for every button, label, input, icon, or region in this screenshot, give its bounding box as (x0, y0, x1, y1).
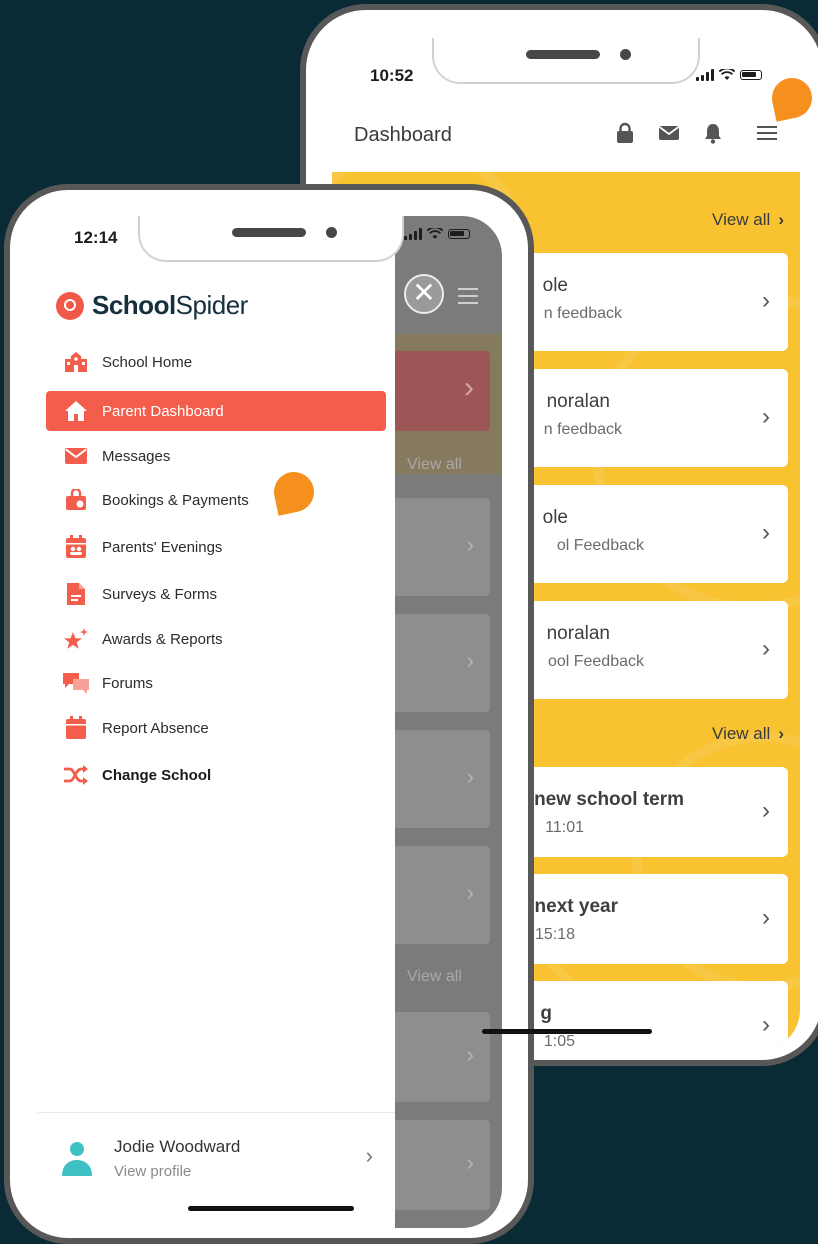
front-phone: › › View all › › › › View all › › ✕ 12:1… (4, 184, 534, 1244)
menu-item-school-home[interactable]: School Home (46, 342, 386, 382)
hamburger-icon[interactable] (756, 122, 778, 144)
school-icon (62, 350, 90, 374)
calendar-people-icon (62, 535, 90, 559)
view-all-link[interactable]: View all › (712, 210, 784, 230)
mail-icon[interactable] (658, 122, 680, 144)
menu-item-surveys-forms[interactable]: Surveys & Forms (46, 574, 386, 614)
dimmed-row: › (395, 1120, 490, 1210)
home-indicator (188, 1206, 354, 1211)
close-drawer-button[interactable]: ✕ (404, 274, 444, 314)
dimmed-row: › (395, 1012, 490, 1102)
menu-item-parent-dashboard[interactable]: Parent Dashboard (46, 391, 386, 431)
chevron-right-icon: › (365, 1143, 373, 1168)
spider-logo-icon (56, 291, 84, 320)
dimmed-row: › (395, 846, 490, 944)
chevron-right-icon: › (762, 287, 770, 314)
page-title: Dashboard (354, 124, 452, 146)
avatar-icon (62, 1142, 92, 1176)
chevron-right-icon: › (762, 403, 770, 430)
menu-item-forums[interactable]: Forums (46, 663, 386, 703)
menu-item-bookings-payments[interactable]: Bookings & Payments (46, 480, 386, 520)
status-icons (696, 69, 762, 81)
dimmed-row: › (395, 614, 490, 712)
schoolspider-logo: SchoolSpider (56, 290, 248, 321)
chevron-right-icon: › (762, 1011, 770, 1038)
dimmed-overlay[interactable]: › › View all › › › › View all › › (395, 216, 502, 1228)
menu-item-parents-evenings[interactable]: Parents' Evenings (46, 527, 386, 567)
menu-item-report-absence[interactable]: Report Absence (46, 708, 386, 748)
shopping-bag-icon (62, 488, 90, 512)
dimmed-row: › (395, 730, 490, 828)
calendar-icon (62, 716, 90, 740)
menu-item-change-school[interactable]: Change School (46, 755, 386, 795)
dimmed-view-all: View all (407, 456, 462, 473)
battery-icon (448, 229, 470, 239)
view-all-link[interactable]: View all › (712, 724, 784, 744)
lock-icon[interactable] (614, 122, 636, 144)
home-indicator (482, 1029, 652, 1034)
signal-icon (696, 69, 714, 81)
notch (432, 38, 700, 84)
chevron-right-icon: › (762, 519, 770, 546)
chevron-right-icon: › (762, 635, 770, 662)
status-time: 10:52 (370, 66, 414, 85)
document-icon (62, 582, 90, 606)
bell-icon[interactable] (702, 122, 724, 144)
mail-icon (62, 444, 90, 468)
front-phone-screen: › › View all › › › › View all › › ✕ 12:1… (38, 216, 502, 1228)
wifi-icon (719, 69, 735, 80)
menu-item-messages[interactable]: Messages (46, 436, 386, 476)
hamburger-icon (458, 288, 478, 309)
view-profile-link[interactable]: View profile (114, 1163, 191, 1180)
chevron-right-icon: › (762, 797, 770, 824)
chat-bubbles-icon (62, 671, 90, 695)
navigation-drawer: SchoolSpider School Home Parent Dashboar… (38, 216, 395, 1228)
home-icon (62, 399, 90, 423)
status-icons (404, 228, 470, 240)
menu-item-awards-reports[interactable]: Awards & Reports (46, 619, 386, 659)
shuffle-icon (62, 763, 90, 787)
profile-name: Jodie Woodward (114, 1137, 241, 1156)
chevron-right-icon: › (762, 904, 770, 931)
dimmed-card: › (395, 351, 490, 431)
wifi-icon (427, 228, 443, 239)
signal-icon (404, 228, 422, 240)
battery-icon (740, 70, 762, 80)
status-time: 12:14 (74, 228, 118, 247)
dimmed-view-all: View all (407, 968, 462, 985)
dimmed-row: › (395, 498, 490, 596)
star-icon (62, 627, 90, 651)
notch (138, 216, 404, 262)
